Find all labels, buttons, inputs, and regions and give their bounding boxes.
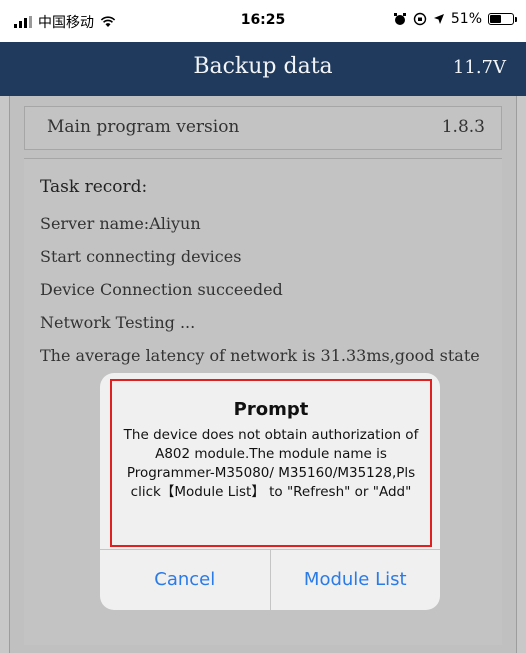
task-record-line: Server name:Aliyun: [40, 214, 201, 233]
task-record-title: Task record:: [40, 177, 148, 197]
location-icon: [433, 14, 444, 24]
battery-level: [490, 15, 501, 23]
status-right: 51%: [393, 11, 517, 27]
voltage-readout: 11.7V: [452, 57, 506, 78]
orientation-lock-icon: [413, 12, 427, 26]
task-record-list: Server name:Aliyun Start connecting devi…: [40, 214, 480, 379]
nav-bar: Backup data 11.7V: [0, 42, 526, 96]
dialog-message: The device does not obtain authorization…: [123, 427, 419, 500]
version-value: 1.8.3: [441, 117, 485, 137]
battery-icon: [488, 13, 517, 25]
dialog-body-highlight: Prompt The device does not obtain author…: [110, 379, 432, 547]
task-record-line: Start connecting devices: [40, 247, 242, 266]
task-record-line: Device Connection succeeded: [40, 280, 283, 299]
dialog-title: Prompt: [233, 399, 309, 420]
status-bar: 中国移动 16:25 51%: [0, 0, 526, 42]
module-list-button[interactable]: Module List: [269, 550, 441, 610]
prompt-dialog: Prompt The device does not obtain author…: [100, 373, 440, 610]
version-label: Main program version: [47, 117, 240, 137]
dialog-button-row: Cancel Module List: [100, 549, 440, 610]
version-card: Main program version 1.8.3: [24, 106, 502, 150]
page-title: Backup data: [193, 54, 333, 79]
cancel-button[interactable]: Cancel: [100, 550, 270, 610]
alarm-icon: [393, 13, 406, 25]
battery-percent: 51%: [450, 11, 482, 27]
task-record-line: Network Testing ...: [40, 313, 196, 332]
